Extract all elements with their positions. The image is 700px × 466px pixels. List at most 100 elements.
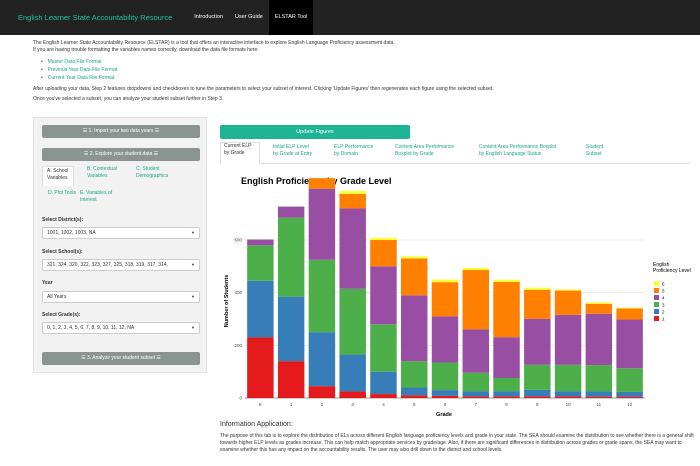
legend-label: 1 bbox=[662, 316, 665, 321]
intro-line-4: Once you've selected a subset, you can a… bbox=[33, 96, 224, 102]
grade-select[interactable]: 0, 1, 2, 3, 4, 5, 6, 7, 8, 9, 10, 11, 12… bbox=[42, 322, 200, 334]
bar-segment-level-4 bbox=[247, 239, 274, 246]
bar-segment-level-5 bbox=[585, 303, 613, 314]
bar-segment-level-1 bbox=[524, 396, 551, 398]
tab-label-line-2: by Grade at Entry bbox=[273, 151, 313, 157]
y-axis-label: Number of Students bbox=[224, 275, 230, 328]
tab-current-elp[interactable]: Current ELP by Grade bbox=[220, 142, 260, 164]
legend-swatch-level-2 bbox=[654, 309, 659, 314]
bar-segment-level-5 bbox=[524, 289, 551, 319]
bar-segment-level-4 bbox=[493, 337, 520, 378]
x-tick-label: 12 bbox=[627, 402, 633, 407]
district-select[interactable]: 1001, 1002, 1003, NA ▼ bbox=[42, 227, 200, 239]
tab-content-area-boxplot-status[interactable]: Content Area Performance Boxplot by Engl… bbox=[479, 144, 579, 158]
bar-segment-level-3 bbox=[462, 372, 489, 392]
bar-segment-level-2 bbox=[277, 296, 305, 362]
tab-elp-performance[interactable]: ELP Performance by Domain bbox=[334, 144, 378, 158]
link-current-year-format[interactable]: Current Year Data File Format bbox=[41, 74, 673, 82]
y-tick-label: 0 bbox=[239, 396, 242, 401]
update-figures-button[interactable]: Update Figures bbox=[220, 125, 410, 139]
grade-select-value: 0, 1, 2, 3, 4, 5, 6, 7, 8, 9, 10, 11, 12… bbox=[47, 325, 135, 331]
x-tick-label: 8 bbox=[505, 402, 508, 407]
top-navbar: English Learner State Accountability Res… bbox=[0, 0, 700, 35]
tab-student-subset[interactable]: Student Subset bbox=[586, 144, 616, 158]
control-sidebar: ☰ 1. Import your two data years ☰ ☰ 2. E… bbox=[33, 117, 207, 373]
x-tick-label: 6 bbox=[444, 402, 447, 407]
bar-segment-level-2 bbox=[401, 387, 428, 396]
bar-segment-level-1 bbox=[339, 391, 366, 398]
x-tick-label: K bbox=[259, 402, 262, 407]
school-select-value: 321, 324, 320, 322, 323, 327, 325, 318, … bbox=[47, 262, 168, 268]
bar-segment-level-4 bbox=[370, 266, 397, 325]
link-previous-year-format[interactable]: Previous Year Data File Format bbox=[41, 66, 673, 74]
tab-label-line-1: Initial ELP Level bbox=[273, 144, 309, 150]
school-label: Select School(s): bbox=[42, 249, 83, 255]
bar-segment-level-2 bbox=[493, 391, 520, 397]
legend-swatch-level-4 bbox=[654, 295, 659, 300]
bar-segment-level-1 bbox=[277, 361, 305, 398]
bar-segment-level-2 bbox=[247, 280, 274, 338]
bar-segment-level-5 bbox=[431, 282, 459, 317]
bar-segment-level-3 bbox=[585, 365, 613, 392]
link-master-format[interactable]: Master Data File Format bbox=[41, 58, 673, 66]
subtab-school-variables[interactable]: A. School Variables bbox=[42, 166, 74, 186]
tab-label-line-2: by Domain bbox=[334, 151, 358, 157]
bar-segment-level-1 bbox=[401, 395, 428, 398]
info-text: The purpose of this tab is to explore th… bbox=[220, 433, 694, 453]
school-select[interactable]: 321, 324, 320, 322, 323, 327, 325, 318, … bbox=[42, 259, 200, 271]
year-label: Year bbox=[42, 280, 53, 286]
x-tick-label: 2 bbox=[321, 402, 324, 407]
year-select[interactable]: All Years ▼ bbox=[42, 291, 200, 303]
subtab-variables-of-interest[interactable]: E. Variables of Interest bbox=[80, 190, 120, 204]
tab-label-line-2: by Grade bbox=[224, 150, 245, 156]
bar-segment-level-6 bbox=[401, 256, 428, 259]
x-tick-label: 7 bbox=[475, 402, 478, 407]
bar-segment-level-4 bbox=[462, 329, 489, 373]
tab-label-line-2: Subset bbox=[586, 151, 602, 157]
app-brand[interactable]: English Learner State Accountability Res… bbox=[0, 13, 188, 22]
bar-segment-level-5 bbox=[554, 290, 582, 315]
tab-label-line-2: Boxplot by Grade bbox=[395, 151, 434, 157]
caret-down-icon: ▼ bbox=[191, 262, 195, 267]
nav-elstar-tool[interactable]: ELSTAR Tool bbox=[268, 0, 314, 35]
tab-content-area-boxplot-grade[interactable]: Content Area Performance Boxplot by Grad… bbox=[395, 144, 473, 158]
bar-segment-level-6 bbox=[462, 267, 489, 271]
bar-segment-level-3 bbox=[370, 324, 397, 372]
bar-segment-level-2 bbox=[431, 390, 459, 396]
import-data-button[interactable]: ☰ 1. Import your two data years ☰ bbox=[42, 125, 200, 138]
nav-introduction[interactable]: Introduction bbox=[188, 0, 229, 35]
subtab-contextual-variables[interactable]: B. Contextual Variables bbox=[87, 166, 127, 180]
bar-segment-level-2 bbox=[524, 389, 551, 397]
nav-user-guide[interactable]: User Guide bbox=[229, 0, 269, 35]
bar-segment-level-3 bbox=[493, 377, 520, 392]
intro-line-1: The English Learner State Accountability… bbox=[33, 40, 395, 46]
y-tick-label: 200 bbox=[234, 343, 242, 348]
bar-segment-level-1 bbox=[493, 396, 520, 398]
bar-segment-level-5 bbox=[308, 178, 336, 189]
x-tick-label: 9 bbox=[536, 402, 539, 407]
bar-segment-level-2 bbox=[616, 391, 643, 397]
bar-segment-level-2 bbox=[462, 391, 489, 397]
x-tick-label: 11 bbox=[597, 402, 602, 407]
bar-segment-level-3 bbox=[339, 288, 366, 355]
analyze-subset-button[interactable]: ☰ 3. Analyze your student subset ☰ bbox=[42, 352, 200, 365]
explore-data-button[interactable]: ☰ 2. Explore your student data ☰ bbox=[42, 148, 200, 161]
bar-segment-level-6 bbox=[524, 287, 551, 290]
bar-segment-level-4 bbox=[401, 295, 428, 362]
info-title: Information Application: bbox=[220, 421, 293, 428]
bar-segment-level-1 bbox=[585, 396, 613, 398]
bar-segment-level-4 bbox=[524, 318, 551, 365]
tab-initial-elp[interactable]: Initial ELP Level by Grade at Entry bbox=[273, 144, 329, 158]
bar-segment-level-4 bbox=[339, 208, 366, 289]
bar-segment-level-2 bbox=[308, 332, 336, 387]
figure-tabs: Current ELP by Grade Initial ELP Level b… bbox=[220, 140, 690, 164]
legend-title: English Proficiency Level bbox=[653, 262, 691, 274]
subtab-student-demographics[interactable]: C. Student Demographics bbox=[136, 166, 186, 180]
district-select-value: 1001, 1002, 1003, NA bbox=[47, 230, 96, 236]
subtab-plot-tools[interactable]: D. Plot Tools bbox=[48, 190, 78, 197]
bar-segment-level-1 bbox=[431, 395, 459, 398]
bar-segment-level-3 bbox=[401, 361, 428, 388]
bar-segment-level-3 bbox=[524, 364, 551, 390]
download-links: Master Data File Format Previous Year Da… bbox=[41, 58, 673, 82]
legend-swatch-level-5 bbox=[654, 288, 659, 293]
